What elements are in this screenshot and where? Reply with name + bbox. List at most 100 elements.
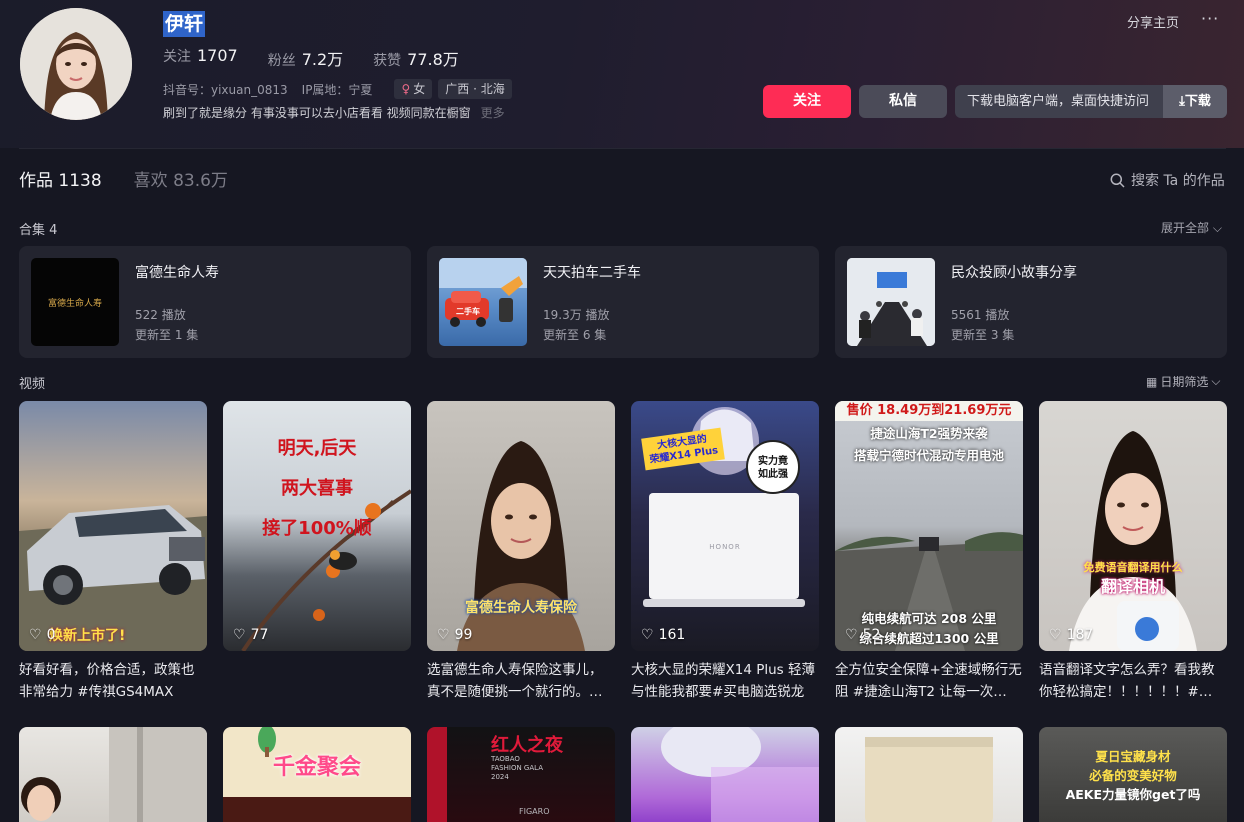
video-grid-row-2: 千金聚会 红人之夜 TAOBAO FASHION GALA 2024 FIGARO … [19, 727, 1227, 822]
video-card[interactable]: 焕新上市了! ♡ 0 好看好看，价格合适，政策也非常给力 #传祺GS4MAX [19, 401, 207, 703]
presenter-illustration [21, 727, 207, 822]
profile-stats: 关注 1707 粉丝 7.2万 获赞 77.8万 [163, 46, 459, 70]
video-overlay-text: 捷途山海T2强势来袭 搭载宁德时代混动专用电池 [853, 426, 1004, 463]
video-thumbnail[interactable] [631, 727, 819, 822]
collections-label: 合集 4 [19, 223, 58, 238]
video-overlay-text: 实力竟 如此强 [758, 456, 788, 480]
video-card[interactable]: 富德生命人寿保险 ♡ 99 选富德生命人寿保险这事儿，真不是随便挑一个就行的。… [427, 401, 615, 703]
female-icon: ♀ [401, 82, 411, 96]
video-overlay-text: 明天,后天 两大喜事 接了100%顺 [262, 438, 372, 539]
download-client-banner[interactable]: 下载电脑客户端，桌面快捷访问 ⤓下载 [955, 85, 1227, 118]
video-caption[interactable] [223, 659, 411, 703]
video-thumbnail[interactable]: 富德生命人寿保险 ♡ 99 [427, 401, 615, 651]
ip-location: IP属地：宁夏 [301, 82, 373, 97]
video-thumbnail[interactable]: 千金聚会 [223, 727, 411, 822]
collection-title: 民众投顾小故事分享 [951, 265, 1077, 281]
video-likes: ♡ 187 [1049, 627, 1094, 643]
video-thumbnail[interactable] [835, 727, 1023, 822]
more-link[interactable]: 更多 [481, 106, 505, 120]
video-caption[interactable]: 选富德生命人寿保险这事儿，真不是随便挑一个就行的。… [427, 659, 615, 703]
tab-likes[interactable]: 喜欢 83.6万 [134, 166, 228, 191]
video-caption[interactable]: 大核大显的荣耀X14 Plus 轻薄与性能我都要#买电脑选锐龙 [631, 659, 819, 703]
video-likes: ♡ 99 [437, 627, 473, 643]
download-client-text: 下载电脑客户端，桌面快捷访问 [967, 94, 1150, 109]
collection-card[interactable]: 二手车 天天拍车二手车 19.3万 播放 更新至 6 集 [427, 246, 819, 358]
car-illustration [439, 258, 527, 327]
video-overlay-text: 售价 18.49万到21.69万元 [835, 401, 1023, 421]
gender-tag: ♀ 女 [394, 79, 433, 99]
more-options-icon[interactable]: ··· [1201, 9, 1219, 28]
suv-illustration [19, 505, 207, 651]
search-works-button[interactable]: 搜索 Ta 的作品 [1110, 170, 1225, 190]
video-thumbnail[interactable]: 大核大显的 荣耀X14 Plus 实力竟 如此强 HONOR ♡ 161 [631, 401, 819, 651]
download-button[interactable]: ⤓下载 [1163, 85, 1227, 118]
video-caption[interactable]: 语音翻译文字怎么弄？看我教你轻松搞定！！！！！！#… [1039, 659, 1227, 703]
video-likes: ♡ 161 [641, 627, 686, 643]
presenter-illustration [1069, 431, 1197, 651]
collection-title: 天天拍车二手车 [543, 265, 641, 281]
calendar-icon: ▦ [1146, 374, 1158, 389]
stage-illustration [427, 727, 447, 822]
message-button[interactable]: 私信 [859, 85, 947, 118]
region-tag: 广西 · 北海 [438, 79, 512, 99]
collection-card[interactable]: 民众投顾小故事分享 5561 播放 更新至 3 集 [835, 246, 1227, 358]
collections-list: 富德生命人寿 富德生命人寿 522 播放 更新至 1 集 二手车 天天拍车二手车… [19, 246, 1227, 358]
heart-icon: ♡ [29, 627, 42, 643]
video-likes: ♡ 77 [233, 627, 269, 643]
video-thumbnail[interactable]: 夏日宝藏身材 必备的变美好物 AEKE力量镜你get了吗 [1039, 727, 1227, 822]
follow-button[interactable]: 关注 [763, 85, 851, 118]
collection-update: 更新至 6 集 [543, 328, 607, 342]
avatar[interactable] [20, 8, 132, 120]
video-thumbnail[interactable]: 焕新上市了! ♡ 0 [19, 401, 207, 651]
profile-tags: ♀ 女 广西 · 北海 [394, 79, 512, 99]
heart-icon: ♡ [1049, 627, 1062, 643]
header-divider [19, 148, 1226, 149]
collection-card[interactable]: 富德生命人寿 富德生命人寿 522 播放 更新至 1 集 [19, 246, 411, 358]
search-icon [1110, 173, 1125, 188]
heart-icon: ♡ [437, 627, 450, 643]
video-thumbnail[interactable]: 免费语音翻译用什么 翻译相机 ♡ 187 [1039, 401, 1227, 651]
video-thumbnail[interactable] [19, 727, 207, 822]
collection-thumbnail: 二手车 [439, 258, 527, 346]
collection-plays: 5561 播放 [951, 308, 1010, 322]
profile-meta: 抖音号：yixuan_0813 IP属地：宁夏 ♀ 女 广西 · 北海 [163, 79, 512, 99]
profile-header: 伊轩 关注 1707 粉丝 7.2万 获赞 77.8万 抖音号：yixuan_0813… [0, 0, 1244, 148]
video-overlay-text: 夏日宝藏身材 必备的变美好物 AEKE力量镜你get了吗 [1065, 749, 1201, 802]
collection-thumbnail [847, 258, 935, 346]
video-card[interactable]: 大核大显的 荣耀X14 Plus 实力竟 如此强 HONOR ♡ 161 大核大显的荣… [631, 401, 819, 703]
video-overlay-text: 焕新上市了! [49, 628, 126, 644]
chevron-down-icon: ⌵ [1211, 374, 1221, 388]
fans-stat[interactable]: 粉丝 7.2万 [268, 46, 343, 70]
meeting-room-illustration [847, 258, 935, 346]
video-thumbnail[interactable]: 售价 18.49万到21.69万元 捷途山海T2强势来袭 搭载宁德时代混动专用电池… [835, 401, 1023, 651]
video-overlay-text: 千金聚会 [272, 755, 361, 780]
collection-update: 更新至 3 集 [951, 328, 1015, 342]
video-caption[interactable]: 好看好看，价格合适，政策也非常给力 #传祺GS4MAX [19, 659, 207, 703]
nickname: 伊轩 [163, 11, 206, 37]
video-overlay-text: HONOR [709, 543, 741, 551]
share-profile-link[interactable]: 分享主页 [1127, 12, 1179, 31]
video-caption[interactable]: 全方位安全保障+全速域畅行无阻 #捷途山海T2 让每一次… [835, 659, 1023, 703]
expand-all-link[interactable]: 展开全部 ⌵ [1161, 219, 1222, 236]
likes-stat: 获赞 77.8万 [373, 50, 459, 69]
video-card[interactable]: 售价 18.49万到21.69万元 捷途山海T2强势来袭 搭载宁德时代混动专用电池… [835, 401, 1023, 703]
following-stat[interactable]: 关注 1707 [163, 46, 238, 70]
tab-works[interactable]: 作品 1138 [19, 166, 102, 191]
video-card[interactable]: 明天,后天 两大喜事 接了100%顺 ♡ 77 [223, 401, 411, 703]
heart-icon: ♡ [641, 627, 654, 643]
douyin-id: 抖音号：yixuan_0813 [163, 82, 288, 97]
video-thumbnail[interactable]: 明天,后天 两大喜事 接了100%顺 ♡ 77 [223, 401, 411, 651]
date-filter-button[interactable]: ▦ 日期筛选 ⌵ [1146, 373, 1220, 390]
chevron-down-icon: ⌵ [1212, 221, 1222, 235]
video-overlay-text: 翻译相机 [1100, 577, 1165, 596]
video-overlay-text: 富德生命人寿保险 [465, 600, 577, 616]
collection-plays: 522 播放 [135, 308, 186, 322]
collection-plays: 19.3万 播放 [543, 308, 610, 322]
video-likes: ♡ 52 [845, 627, 881, 643]
collection-update: 更新至 1 集 [135, 328, 199, 342]
video-thumbnail[interactable]: 红人之夜 TAOBAO FASHION GALA 2024 FIGARO [427, 727, 615, 822]
video-card[interactable]: 免费语音翻译用什么 翻译相机 ♡ 187 语音翻译文字怎么弄？看我教你轻松搞定！！… [1039, 401, 1227, 703]
videos-label: 视频 [19, 377, 46, 392]
character-illustration [661, 727, 819, 822]
collection-title: 富德生命人寿 [135, 265, 219, 281]
